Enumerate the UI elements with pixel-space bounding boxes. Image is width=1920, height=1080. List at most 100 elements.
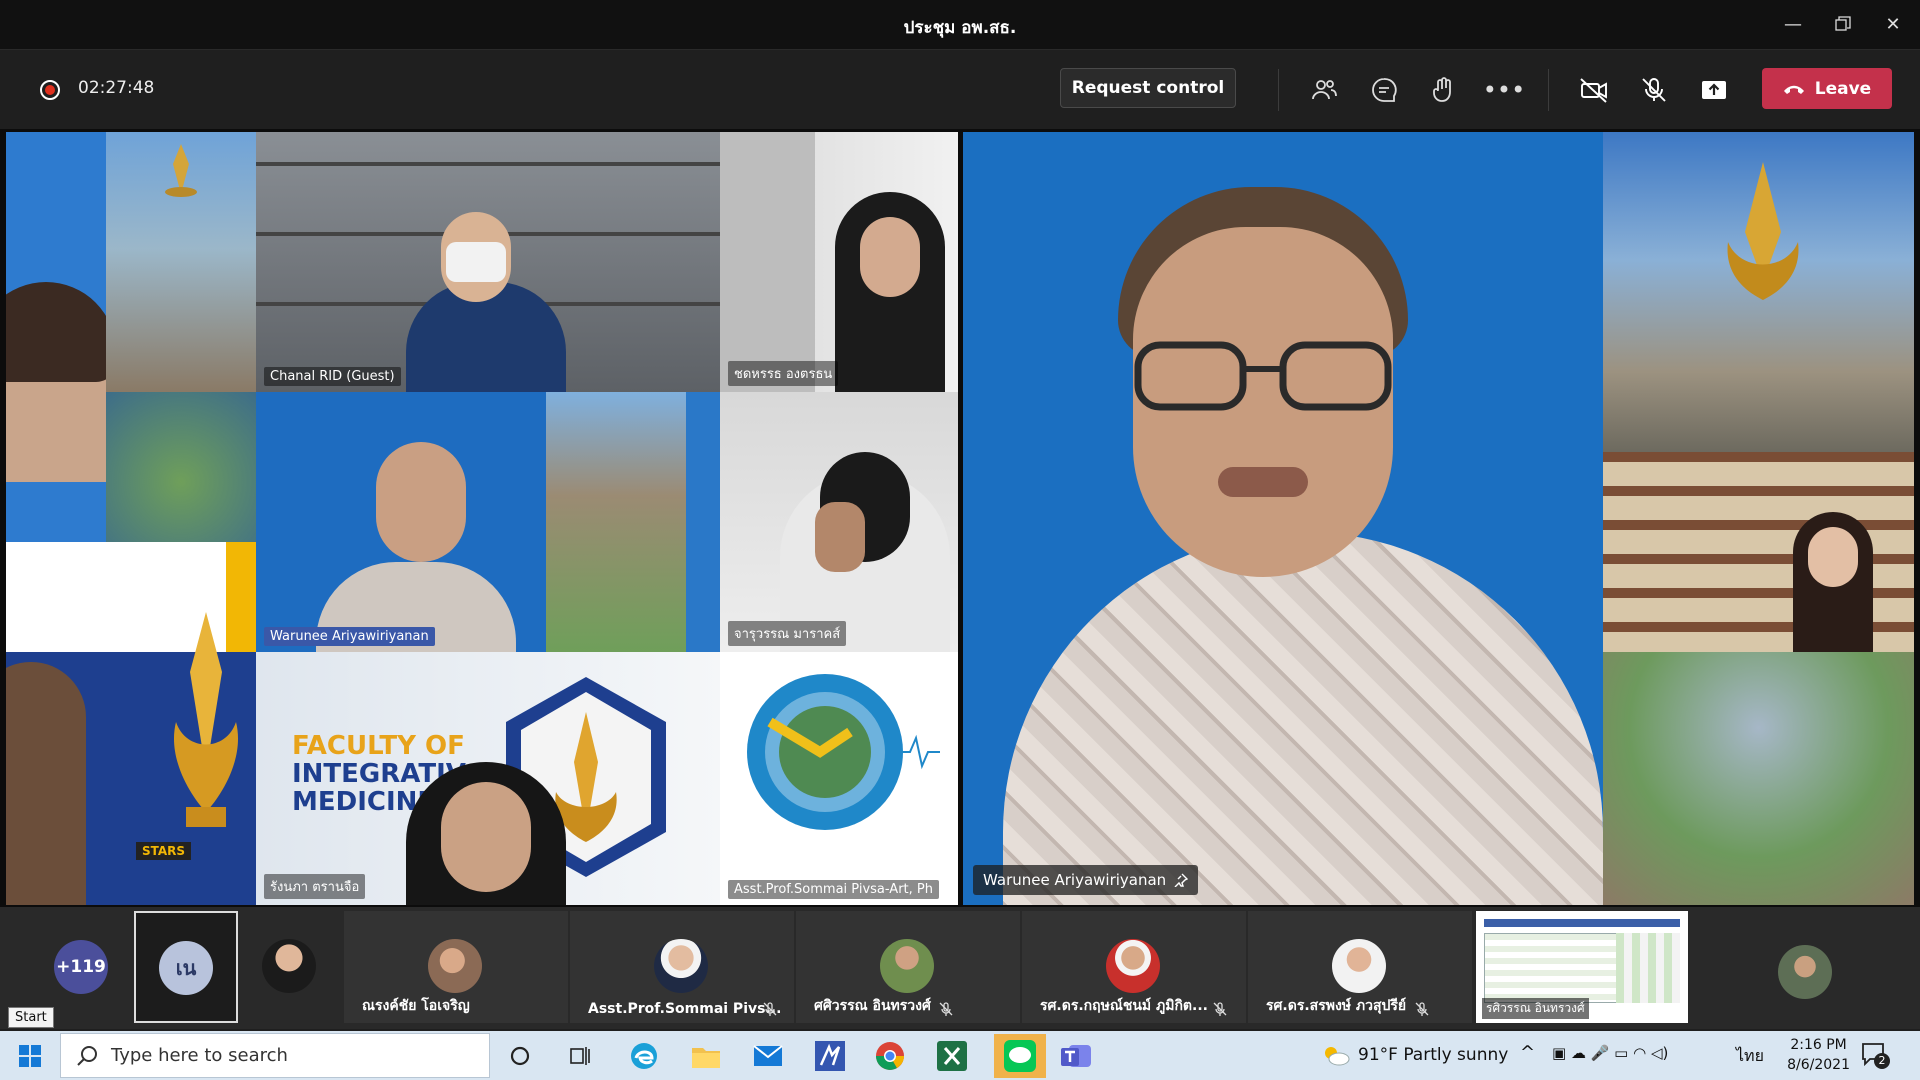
taskbar-clock[interactable]: 2:16 PM 8/6/2021 <box>1787 1035 1850 1075</box>
teams-icon[interactable] <box>1056 1036 1096 1076</box>
app-icon[interactable] <box>810 1036 850 1076</box>
emblem-icon <box>165 144 197 197</box>
tile-name: Warunee Ariyawiriyanan <box>264 627 435 646</box>
participants-icon[interactable] <box>1308 74 1340 106</box>
emblem-poster-tile: STARS <box>6 542 256 905</box>
participant-tile[interactable]: รศ.ดร.สรพงษ์ ภวสุปรีย์ <box>1248 911 1472 1023</box>
notification-center-icon[interactable]: 2 <box>1860 1041 1890 1069</box>
weather-text: 91°F Partly sunny <box>1358 1045 1509 1065</box>
camera-off-icon[interactable] <box>1578 74 1610 106</box>
muted-mic-icon <box>939 1002 953 1016</box>
video-tile: Chanal RID (Guest) <box>256 132 720 392</box>
muted-mic-icon <box>1415 1002 1429 1016</box>
start-tooltip: Start <box>8 1007 54 1028</box>
spotlight-name-tag: Warunee Ariyawiriyanan <box>973 865 1199 895</box>
line-icon[interactable] <box>994 1034 1046 1078</box>
excel-icon[interactable] <box>932 1036 972 1076</box>
speaker-shirt <box>1003 532 1603 905</box>
participant-tile[interactable]: รศ.ดร.กฤษณ์ชนม์ ภูมิกิต... <box>1022 911 1246 1023</box>
windows-taskbar: Type here to search 91°F Partly sunny ^ … <box>0 1031 1920 1080</box>
weather-widget[interactable]: 91°F Partly sunny <box>1322 1044 1508 1066</box>
edge-icon[interactable] <box>624 1036 664 1076</box>
input-language[interactable]: ไทย <box>1736 1044 1764 1069</box>
chrome-icon[interactable] <box>870 1036 910 1076</box>
tile-name: Chanal RID (Guest) <box>264 367 401 386</box>
search-icon <box>77 1046 97 1066</box>
self-avatar: เน <box>159 941 213 995</box>
chat-icon[interactable] <box>1368 74 1400 106</box>
tray-icons[interactable]: ▣ ☁ 🎤 ▭ ◠ ◁) <box>1552 1044 1668 1062</box>
share-screen-icon[interactable] <box>1698 74 1730 106</box>
avatar <box>654 939 708 993</box>
hangup-icon <box>1783 85 1804 94</box>
left-strip-tile <box>6 132 106 542</box>
reactions-icon[interactable] <box>1428 74 1460 106</box>
participant-tile[interactable]: ศศิวรรณ อินทรวงศ์ <box>796 911 1020 1023</box>
avatar <box>1332 939 1386 993</box>
minimize-icon[interactable]: — <box>1778 10 1808 38</box>
video-tile: ชดหรรธ องตรธน <box>720 132 958 392</box>
search-placeholder: Type here to search <box>111 1045 288 1066</box>
taskbar-search-input[interactable]: Type here to search <box>60 1033 490 1078</box>
recording-icon <box>40 80 60 100</box>
participant-name: รศ.ดร.สรพงษ์ ภวสุปรีย์ <box>1266 998 1407 1014</box>
request-control-button[interactable]: Request control <box>1060 68 1236 108</box>
window-title: ประชุม อพ.สธ. <box>903 18 1017 38</box>
participant-name: ศศิวรรณ อินทรวงศ์ <box>814 998 931 1014</box>
meeting-toolbar: 02:27:48 Request control ••• Leave <box>0 51 1920 129</box>
meeting-timer: 02:27:48 <box>78 78 155 98</box>
speaker-name: Warunee Ariyawiriyanan <box>983 871 1167 889</box>
participant-tile[interactable] <box>244 911 348 1023</box>
leave-label: Leave <box>1814 78 1872 99</box>
avatar <box>880 939 934 993</box>
video-stage: Chanal RID (Guest) ชดหรรธ องตรธน STARS W… <box>0 129 1920 907</box>
participant-name: รศ.ดร.กฤษณ์ชนม์ ภูมิกิต... <box>1040 998 1208 1014</box>
tile-name: จารุวรรณ มาราคส์ <box>728 621 847 646</box>
muted-mic-icon <box>763 1002 777 1016</box>
pin-icon[interactable] <box>1174 873 1189 887</box>
participant-tile[interactable]: Asst.Prof.Sommai Pivs... <box>570 911 794 1023</box>
close-icon[interactable]: ✕ <box>1878 10 1908 38</box>
task-view-icon[interactable] <box>560 1036 600 1076</box>
sky-background <box>1603 132 1914 452</box>
cortana-icon[interactable] <box>500 1036 540 1076</box>
glasses-icon <box>1134 341 1392 411</box>
toolbar-divider <box>1278 69 1279 111</box>
muted-mic-icon <box>1213 1002 1227 1016</box>
overflow-count[interactable]: +119 <box>54 940 108 994</box>
mic-off-icon[interactable] <box>1638 74 1670 106</box>
avatar <box>262 939 316 993</box>
bookshelf-background <box>1603 452 1914 652</box>
more-options-icon[interactable]: ••• <box>1483 74 1525 106</box>
golden-emblem-icon <box>173 612 239 827</box>
file-explorer-icon[interactable] <box>686 1036 726 1076</box>
campus-aerial-background <box>1603 652 1914 905</box>
avatar <box>428 939 482 993</box>
leave-button[interactable]: Leave <box>1762 68 1892 109</box>
participant-tile[interactable]: ณรงค์ชัย โอเจริญ <box>344 911 568 1023</box>
tile-name: Asst.Prof.Sommai Pivsa-Art, Ph <box>728 880 939 899</box>
windows-start-icon[interactable] <box>10 1036 50 1076</box>
toolbar-divider <box>1548 69 1549 111</box>
clock-time: 2:16 PM <box>1790 1037 1847 1053</box>
library-background <box>106 132 256 392</box>
tile-name: รังนภา ตรานจือ <box>264 874 366 899</box>
shared-caption: รศิวรรณ อินทรวงศ์ <box>1482 998 1589 1019</box>
speaker-face <box>1133 227 1393 577</box>
participant-name: Asst.Prof.Sommai Pivs... <box>588 1001 782 1017</box>
participant-strip: +119 เน ณรงค์ชัย โอเจริญ Asst.Prof.Somma… <box>0 907 1920 1029</box>
shared-content-thumbnail[interactable]: รศิวรรณ อินทรวงศ์ <box>1476 911 1688 1023</box>
video-tile: จารุวรรณ มาราคส์ <box>720 392 958 652</box>
clock-date: 8/6/2021 <box>1787 1057 1850 1073</box>
self-tile[interactable]: เน <box>134 911 238 1023</box>
poster-line: FACULTY OF <box>292 731 465 761</box>
spotlight-video[interactable]: Warunee Ariyawiriyanan <box>963 132 1914 905</box>
avatar[interactable] <box>1778 945 1832 999</box>
mail-icon[interactable] <box>748 1036 788 1076</box>
emblem-icon <box>1727 162 1799 300</box>
restore-icon[interactable] <box>1828 10 1858 38</box>
shared-gallery-video[interactable]: Chanal RID (Guest) ชดหรรธ องตรธน STARS W… <box>6 132 958 905</box>
robot-arm-graphic <box>747 674 940 830</box>
partly-sunny-icon <box>1325 1047 1350 1066</box>
show-hidden-icons[interactable]: ^ <box>1520 1042 1535 1063</box>
